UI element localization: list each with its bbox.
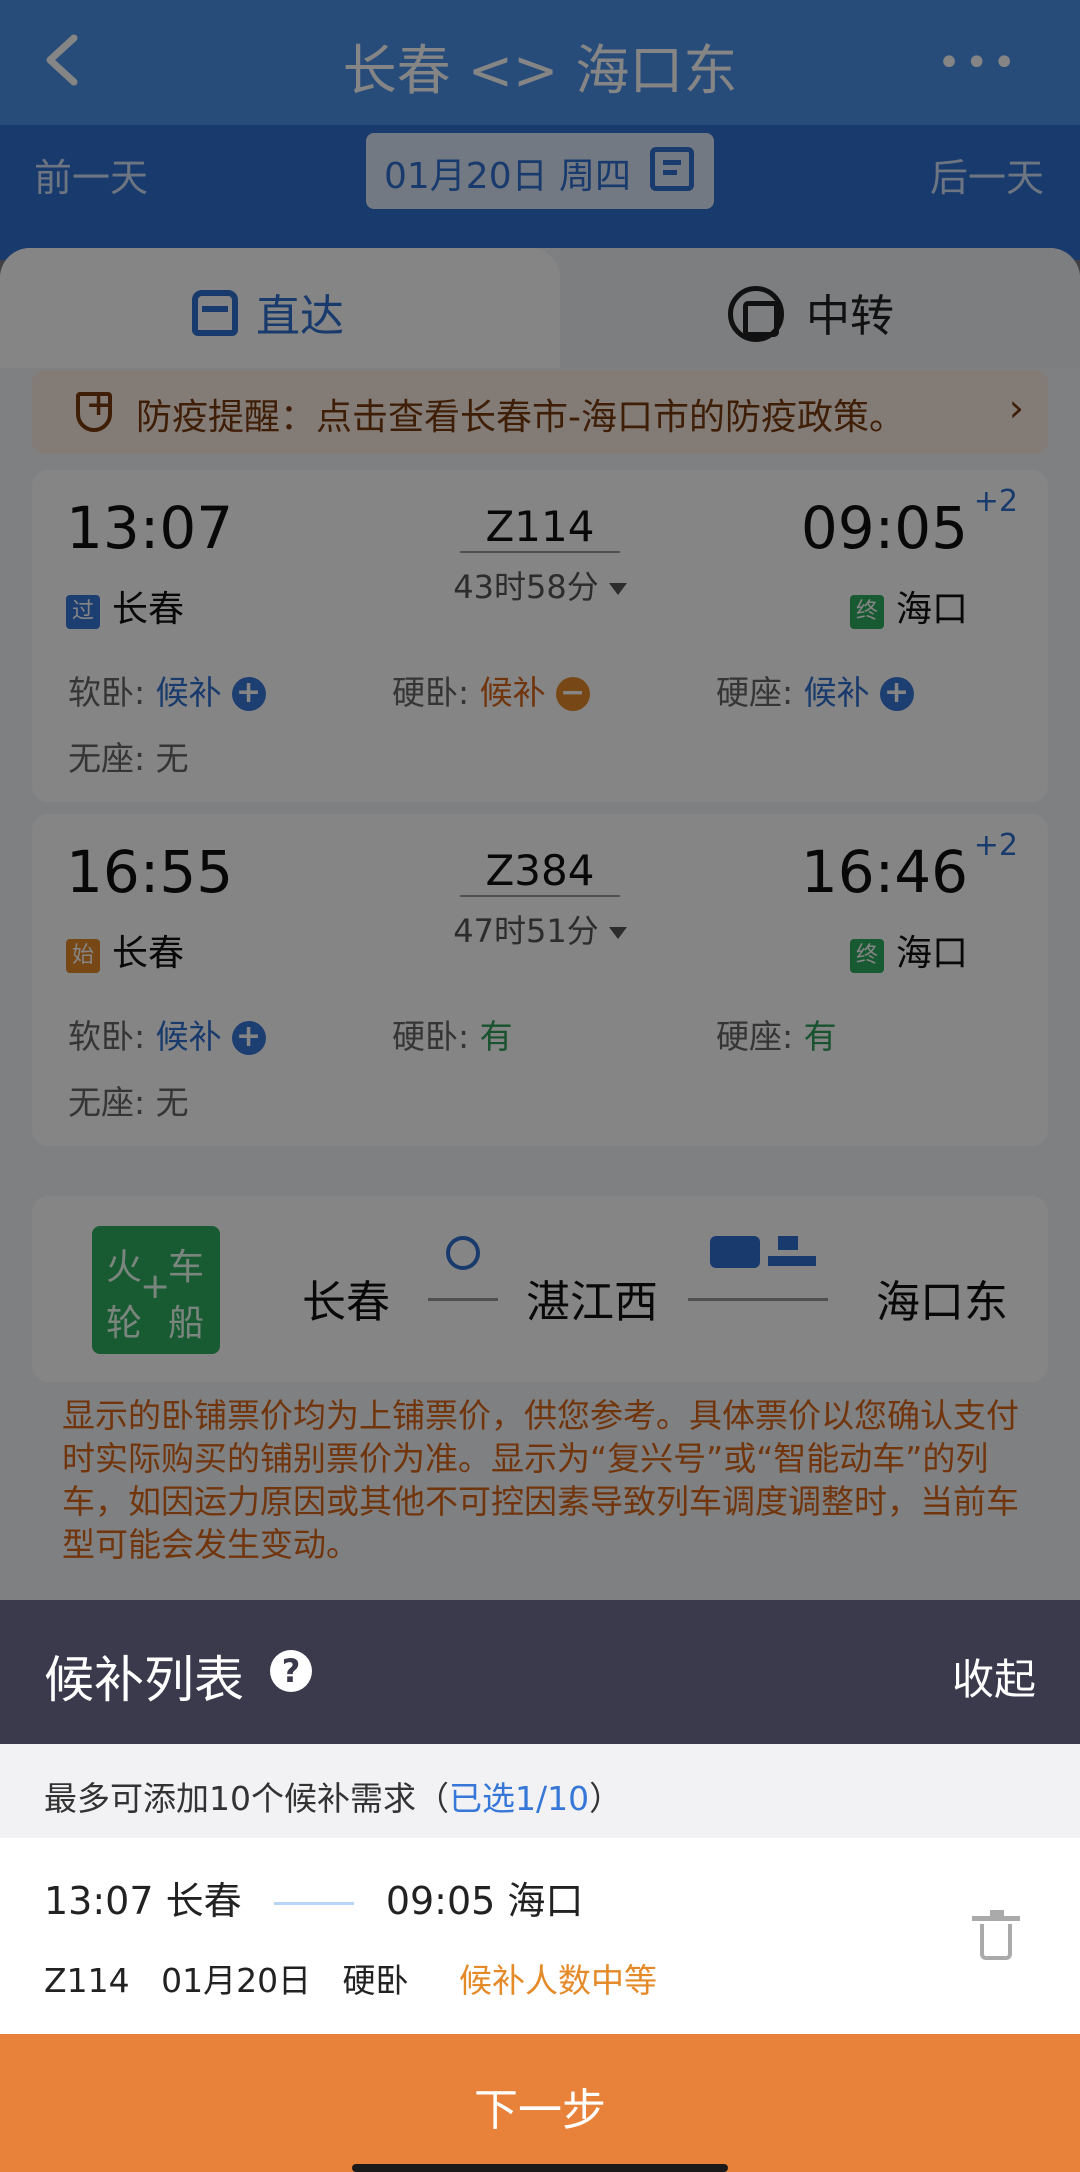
waitlist-limit-info: 最多可添加10个候补需求（已选1/10） xyxy=(0,1744,1080,1838)
item-dep-station: 长春 xyxy=(165,1879,242,1923)
limit-prefix: 最多可添加10个候补需求（ xyxy=(44,1779,449,1818)
item-dep-time: 13:07 xyxy=(44,1879,154,1923)
trash-icon[interactable] xyxy=(972,1910,1020,1960)
limit-suffix: ） xyxy=(589,1779,623,1818)
item-arr-station: 海口 xyxy=(507,1879,584,1923)
modal-backdrop[interactable] xyxy=(0,0,1080,1600)
item-seat: 硬卧 xyxy=(342,1961,409,2000)
waitlist-item[interactable]: 13:07 长春 09:05 海口 Z114 01月20日 硬卧 候补人数中等 xyxy=(0,1838,1080,2034)
item-date: 01月20日 xyxy=(161,1961,312,2000)
waitlist-title: 候补列表 xyxy=(44,1651,244,1709)
waitlist-level: 候补人数中等 xyxy=(459,1961,658,2000)
collapse-button[interactable]: 收起 xyxy=(952,1646,1036,1707)
waitlist-item-details: Z114 01月20日 硬卧 候补人数中等 xyxy=(44,1954,657,2002)
home-indicator xyxy=(352,2164,728,2172)
help-icon[interactable]: ? xyxy=(270,1650,312,1692)
waitlist-sheet-header: 候补列表 ? 收起 xyxy=(0,1600,1080,1744)
item-train-no: Z114 xyxy=(44,1961,130,2000)
next-step-button[interactable]: 下一步 xyxy=(0,2034,1080,2172)
arrow-icon xyxy=(273,1902,354,1905)
item-arr-time: 09:05 xyxy=(385,1879,496,1923)
waitlist-item-route: 13:07 长春 09:05 海口 xyxy=(44,1870,583,1925)
limit-selected: 已选1/10 xyxy=(449,1779,590,1818)
